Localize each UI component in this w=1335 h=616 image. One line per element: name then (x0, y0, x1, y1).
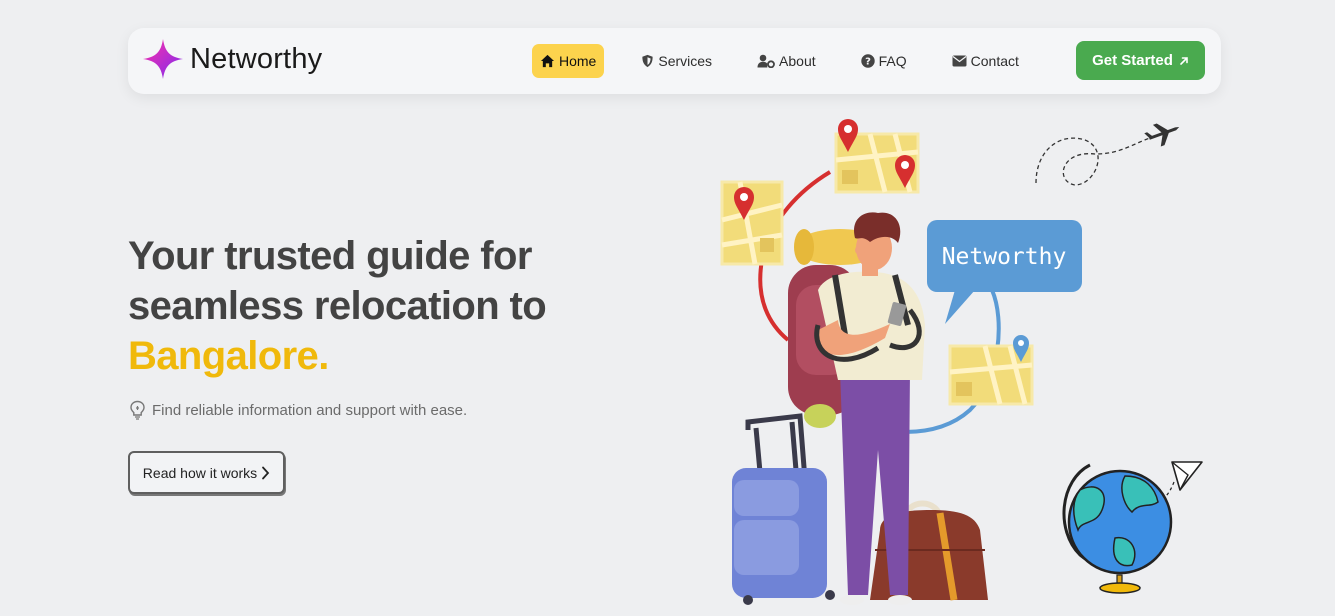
nav-label: About (779, 53, 816, 69)
speech-bubble-text: Networthy (942, 244, 1067, 270)
read-how-it-works-button[interactable]: Read how it works (128, 451, 285, 494)
cta-label: Get Started (1092, 52, 1173, 69)
home-icon (540, 54, 555, 68)
nav-item-faq[interactable]: ? FAQ (853, 44, 915, 78)
blue-suitcase (732, 413, 835, 605)
chevron-right-icon (262, 466, 270, 479)
nav-item-contact[interactable]: Contact (944, 44, 1027, 78)
envelope-icon (952, 55, 967, 67)
nav-item-services[interactable]: Services (633, 44, 720, 78)
shield-icon (642, 54, 653, 68)
nav-label: FAQ (878, 53, 907, 69)
sparkle-logo-icon (143, 39, 183, 79)
hero-subtitle: Find reliable information and support wi… (129, 400, 467, 420)
brand-logo-link[interactable]: Networthy (142, 38, 322, 80)
lightbulb-icon (130, 400, 145, 420)
nav-label: Contact (970, 53, 1019, 69)
get-started-button[interactable]: Get Started (1076, 41, 1205, 80)
hero-title-line2: seamless relocation to (128, 284, 547, 328)
top-navbar: Networthy Home Services About ? FAQ Cont… (128, 28, 1221, 94)
brand-name: Networthy (190, 42, 323, 75)
svg-text:?: ? (865, 57, 871, 68)
relocation-illustration: Networthy (720, 119, 1203, 605)
speech-bubble (927, 220, 1082, 324)
arrow-up-right-icon (1180, 56, 1188, 65)
nav-item-home[interactable]: Home (532, 44, 605, 78)
user-gear-icon (757, 54, 775, 68)
read-button-label: Read how it works (142, 464, 258, 481)
hero-title: Your trusted guide for seamless relocati… (128, 231, 608, 381)
nav-label: Home (559, 53, 597, 69)
hero-title-accent: Bangalore. (128, 334, 329, 378)
airplane-icon (1144, 123, 1180, 147)
subtitle-text: Find reliable information and support wi… (152, 401, 468, 419)
nav-label: Services (658, 53, 713, 69)
nav-links: Home Services About ? FAQ Contact (532, 44, 1056, 78)
nav-item-about[interactable]: About (749, 44, 824, 78)
globe-icon (1062, 463, 1173, 594)
question-circle-icon: ? (860, 54, 875, 68)
hero-title-line1: Your trusted guide for (128, 234, 532, 278)
